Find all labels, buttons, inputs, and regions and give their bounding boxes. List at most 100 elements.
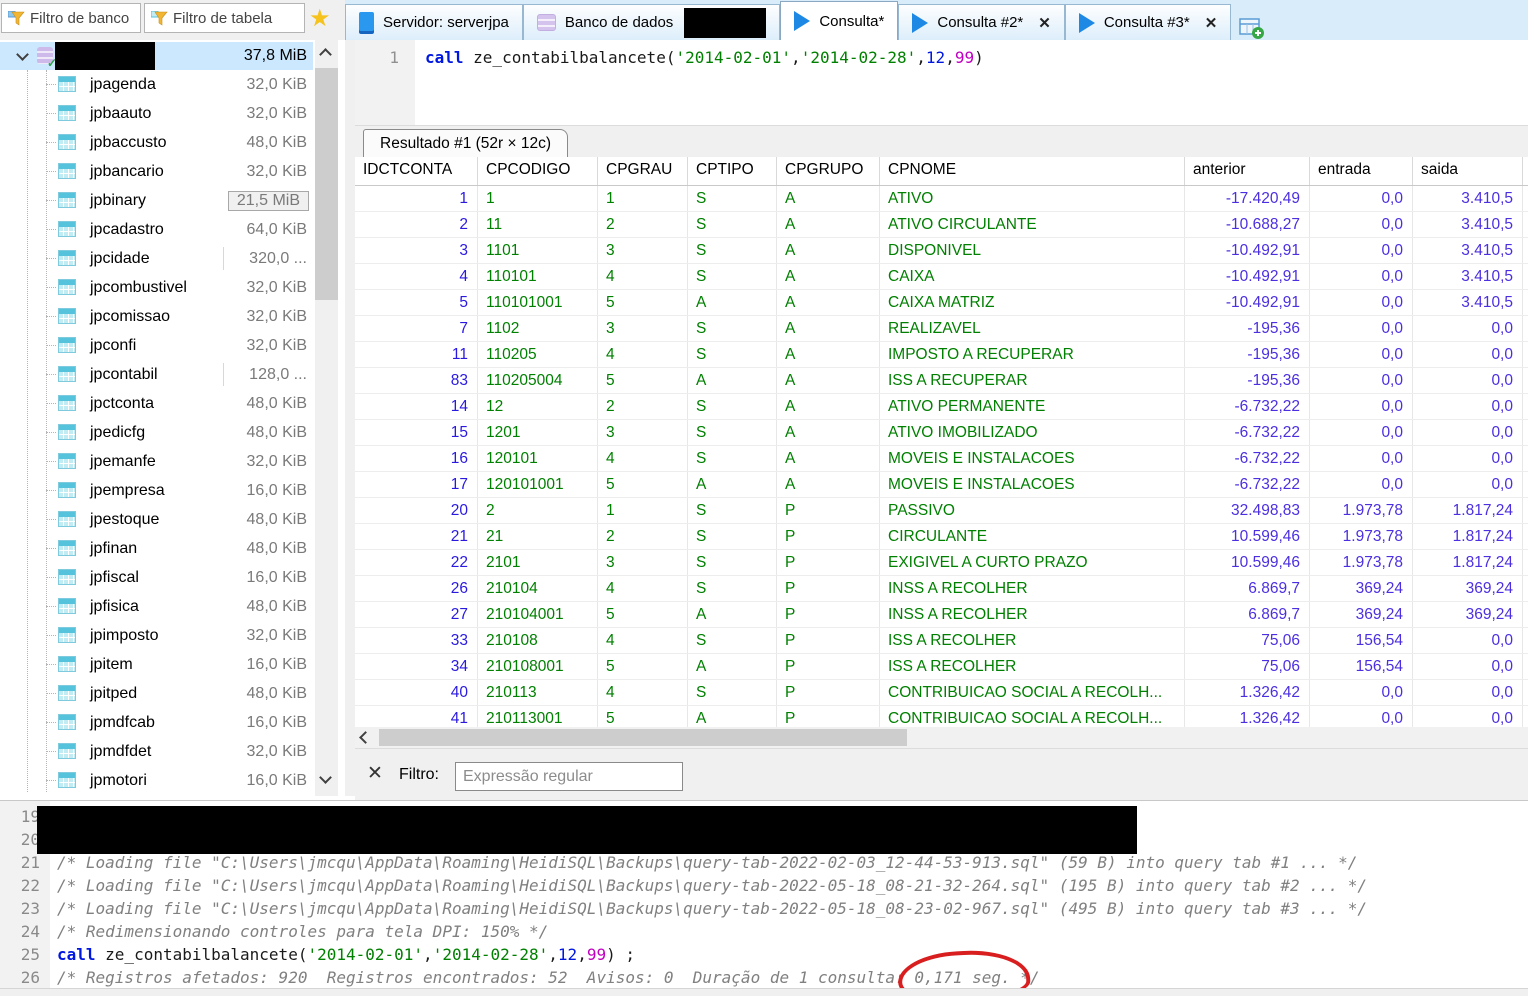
- table-filter-input[interactable]: [173, 10, 298, 27]
- sidebar-item-jpcadastro[interactable]: jpcadastro64,0 KiB: [0, 215, 313, 244]
- grid-cell[interactable]: 210108: [478, 628, 598, 653]
- grid-cell[interactable]: 75,06: [1185, 628, 1310, 653]
- grid-cell[interactable]: A: [777, 212, 880, 237]
- grid-cell[interactable]: INSS A RECOLHER: [880, 602, 1185, 627]
- sidebar-item-jpmdfdet[interactable]: jpmdfdet32,0 KiB: [0, 737, 313, 766]
- sidebar-item-jpfiscal[interactable]: jpfiscal16,0 KiB: [0, 563, 313, 592]
- grid-cell[interactable]: 11: [355, 342, 478, 367]
- clear-filter-icon[interactable]: ✕: [367, 762, 383, 785]
- grid-cell[interactable]: 2: [478, 498, 598, 523]
- close-tab-icon[interactable]: ✕: [1038, 14, 1051, 32]
- grid-cell[interactable]: 2: [598, 212, 688, 237]
- tab-server[interactable]: Servidor: serverjpa: [345, 4, 523, 40]
- sidebar-item-jpbinary[interactable]: jpbinary21,5 MiB: [0, 186, 313, 215]
- grid-cell[interactable]: CONTRIBUICAO SOCIAL A RECOLH...: [880, 706, 1185, 727]
- grid-cell[interactable]: 5: [598, 290, 688, 315]
- grid-cell[interactable]: ATIVO IMOBILIZADO: [880, 420, 1185, 445]
- grid-cell[interactable]: 0,0: [1310, 394, 1413, 419]
- table-row[interactable]: 1512013SAATIVO IMOBILIZADO-6.732,220,00,…: [355, 420, 1528, 446]
- grid-cell[interactable]: -6.732,22: [1185, 446, 1310, 471]
- grid-cell[interactable]: 2: [598, 394, 688, 419]
- grid-cell[interactable]: 0,0: [1413, 446, 1523, 471]
- table-row[interactable]: 171201010015AAMOVEIS E INSTALACOES-6.732…: [355, 472, 1528, 498]
- grid-cell[interactable]: 210104001: [478, 602, 598, 627]
- grid-cell[interactable]: 41: [355, 706, 478, 727]
- grid-cell[interactable]: PASSIVO: [880, 498, 1185, 523]
- grid-cell[interactable]: 210113001: [478, 706, 598, 727]
- grid-cell[interactable]: ISS A RECUPERAR: [880, 368, 1185, 393]
- grid-cell[interactable]: 1: [478, 186, 598, 211]
- grid-cell[interactable]: P: [777, 498, 880, 523]
- sidebar-item-jpagenda[interactable]: jpagenda32,0 KiB: [0, 70, 313, 99]
- grid-cell[interactable]: 5: [598, 368, 688, 393]
- grid-cell[interactable]: S: [688, 628, 777, 653]
- grid-cell[interactable]: A: [777, 186, 880, 211]
- column-header-entrada[interactable]: entrada: [1310, 157, 1413, 185]
- grid-cell[interactable]: 14: [355, 394, 478, 419]
- table-row[interactable]: 111102054SAIMPOSTO A RECUPERAR-195,360,0…: [355, 342, 1528, 368]
- grid-cell[interactable]: 1.326,42: [1185, 680, 1310, 705]
- grid-cell[interactable]: 0,0: [1413, 680, 1523, 705]
- grid-cell[interactable]: INSS A RECOLHER: [880, 576, 1185, 601]
- grid-cell[interactable]: S: [688, 420, 777, 445]
- grid-cell[interactable]: A: [688, 368, 777, 393]
- table-row[interactable]: 21212SPCIRCULANTE10.599,461.973,781.817,…: [355, 524, 1528, 550]
- grid-cell[interactable]: 1.817,24: [1413, 550, 1523, 575]
- database-filter-box[interactable]: [1, 3, 141, 33]
- grid-cell[interactable]: -195,36: [1185, 342, 1310, 367]
- grid-cell[interactable]: P: [777, 706, 880, 727]
- result-grid[interactable]: IDCTCONTACPCODIGOCPGRAUCPTIPOCPGRUPOCPNO…: [355, 157, 1528, 727]
- sidebar-item-jpemanfe[interactable]: jpemanfe32,0 KiB: [0, 447, 313, 476]
- grid-cell[interactable]: 156,54: [1310, 654, 1413, 679]
- grid-cell[interactable]: 34: [355, 654, 478, 679]
- sidebar-scrollbar[interactable]: [315, 40, 338, 796]
- grid-cell[interactable]: 0,0: [1310, 446, 1413, 471]
- grid-cell[interactable]: 10.599,46: [1185, 524, 1310, 549]
- grid-cell[interactable]: 110205: [478, 342, 598, 367]
- new-query-tab-icon[interactable]: [1239, 16, 1265, 40]
- grid-cell[interactable]: S: [688, 342, 777, 367]
- grid-cell[interactable]: 4: [355, 264, 478, 289]
- grid-cell[interactable]: A: [777, 264, 880, 289]
- sidebar-item-jpimposto[interactable]: jpimposto32,0 KiB: [0, 621, 313, 650]
- table-filter-box[interactable]: [144, 3, 305, 33]
- grid-cell[interactable]: S: [688, 576, 777, 601]
- scroll-up-icon[interactable]: [319, 48, 332, 61]
- table-row[interactable]: 2112SAATIVO CIRCULANTE-10.688,270,03.410…: [355, 212, 1528, 238]
- sidebar-item-jpitped[interactable]: jpitped48,0 KiB: [0, 679, 313, 708]
- grid-cell[interactable]: 1.973,78: [1310, 524, 1413, 549]
- grid-cell[interactable]: 0,0: [1310, 368, 1413, 393]
- sidebar-item-jpbaauto[interactable]: jpbaauto32,0 KiB: [0, 99, 313, 128]
- grid-cell[interactable]: 120101: [478, 446, 598, 471]
- grid-cell[interactable]: ATIVO CIRCULANTE: [880, 212, 1185, 237]
- grid-cell[interactable]: 2: [598, 524, 688, 549]
- sidebar-item-jpedicfg[interactable]: jpedicfg48,0 KiB: [0, 418, 313, 447]
- table-row[interactable]: 111SAATIVO-17.420,490,03.410,5: [355, 186, 1528, 212]
- grid-cell[interactable]: 3.410,5: [1413, 212, 1523, 237]
- grid-cell[interactable]: 0,0: [1310, 342, 1413, 367]
- grid-cell[interactable]: S: [688, 550, 777, 575]
- sidebar-item-jpfisica[interactable]: jpfisica48,0 KiB: [0, 592, 313, 621]
- grid-cell[interactable]: MOVEIS E INSTALACOES: [880, 446, 1185, 471]
- grid-cell[interactable]: P: [777, 576, 880, 601]
- grid-cell[interactable]: 0,0: [1413, 316, 1523, 341]
- sidebar-item-jpempresa[interactable]: jpempresa16,0 KiB: [0, 476, 313, 505]
- grid-cell[interactable]: 2: [355, 212, 478, 237]
- grid-cell[interactable]: 369,24: [1413, 602, 1523, 627]
- sql-code-line[interactable]: call ze_contabilbalancete('2014-02-01','…: [425, 47, 984, 69]
- table-row[interactable]: 272101040015APINSS A RECOLHER6.869,7369,…: [355, 602, 1528, 628]
- grid-cell[interactable]: 1: [355, 186, 478, 211]
- grid-cell[interactable]: -6.732,22: [1185, 472, 1310, 497]
- sidebar-item-jpcombustivel[interactable]: jpcombustivel32,0 KiB: [0, 273, 313, 302]
- grid-cell[interactable]: 210104: [478, 576, 598, 601]
- sidebar-item-jpbancario[interactable]: jpbancario32,0 KiB: [0, 157, 313, 186]
- grid-cell[interactable]: P: [777, 524, 880, 549]
- table-row[interactable]: 41101014SACAIXA-10.492,910,03.410,5: [355, 264, 1528, 290]
- grid-cell[interactable]: 1101: [478, 238, 598, 263]
- sql-log-panel[interactable]: 192021/* Loading file "C:\Users\jmcqu\Ap…: [0, 800, 1528, 996]
- grid-cell[interactable]: A: [777, 290, 880, 315]
- grid-cell[interactable]: 1201: [478, 420, 598, 445]
- grid-cell[interactable]: 6.869,7: [1185, 576, 1310, 601]
- grid-cell[interactable]: A: [777, 342, 880, 367]
- grid-cell[interactable]: -10.688,27: [1185, 212, 1310, 237]
